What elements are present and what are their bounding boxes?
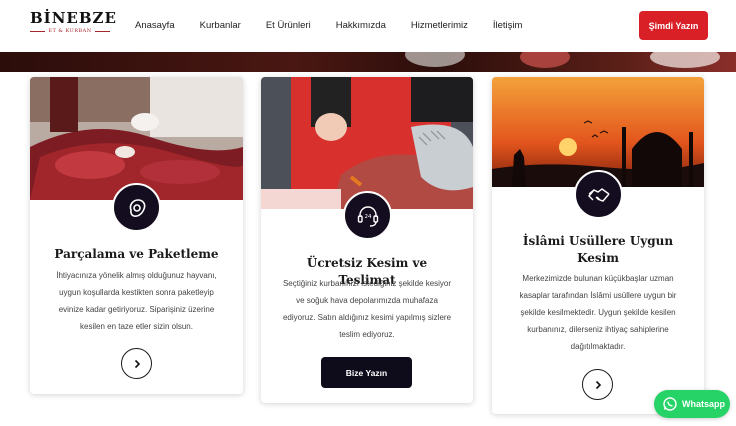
- service-card-islamic-slaughter: İslâmi Usüllere Uygun Kesim Merkezimizde…: [492, 77, 704, 414]
- main-nav: Anasayfa Kurbanlar Et Ürünleri Hakkımızd…: [135, 20, 547, 32]
- whatsapp-label: Whatsapp: [682, 399, 726, 409]
- whatsapp-button[interactable]: Whatsapp: [654, 390, 730, 418]
- card-title: Parçalama ve Paketleme: [54, 247, 219, 261]
- service-card-free-delivery: 24 Ücretsiz Kesim ve Teslimat Seçtiğiniz…: [261, 77, 473, 403]
- brand-tagline: ET & KURBAN: [48, 28, 92, 34]
- nav-item-hizmetlerimiz[interactable]: Hizmetlerimiz: [411, 20, 468, 32]
- handshake-icon: [574, 170, 623, 219]
- card-description: İhtiyacınıza yönelik almış olduğunuz hay…: [56, 271, 217, 331]
- card-arrow-button[interactable]: [582, 369, 613, 400]
- card-image-meat-cutting: [30, 77, 243, 200]
- nav-item-hakkimizda[interactable]: Hakkımızda: [336, 20, 386, 32]
- write-us-button[interactable]: Bize Yazın: [321, 357, 412, 388]
- meat-icon: [112, 183, 161, 232]
- support-headset-icon: 24: [343, 191, 392, 240]
- brand-name: BİNEBZE: [30, 9, 117, 27]
- card-description: Merkezimizde bulunan küçükbaşlar uzman k…: [519, 274, 677, 351]
- service-card-butchering: Parçalama ve Paketleme İhtiyacınıza yöne…: [30, 77, 243, 394]
- write-now-button[interactable]: Şimdi Yazın: [639, 11, 708, 40]
- card-title: İslâmi Usüllere Uygun Kesim: [522, 234, 674, 265]
- whatsapp-icon: [663, 397, 677, 411]
- hero-image-strip: [0, 52, 736, 72]
- card-image-butcher: [261, 77, 473, 209]
- nav-item-anasayfa[interactable]: Anasayfa: [135, 20, 175, 32]
- nav-item-iletisim[interactable]: İletişim: [493, 20, 523, 32]
- brand-tagline-row: ET & KURBAN: [30, 28, 110, 34]
- nav-item-kurbanlar[interactable]: Kurbanlar: [200, 20, 241, 32]
- card-description: Seçtiğiniz kurbanınızı istediğiniz şekil…: [282, 279, 452, 339]
- svg-text:24: 24: [364, 214, 371, 220]
- chevron-right-icon: [134, 359, 140, 368]
- card-arrow-button[interactable]: [121, 348, 152, 379]
- chevron-right-icon: [595, 380, 601, 389]
- brand-logo[interactable]: BİNEBZE ET & KURBAN: [30, 9, 117, 34]
- header: BİNEBZE ET & KURBAN Anasayfa Kurbanlar E…: [0, 0, 736, 52]
- nav-item-et-urunleri[interactable]: Et Ürünleri: [266, 20, 311, 32]
